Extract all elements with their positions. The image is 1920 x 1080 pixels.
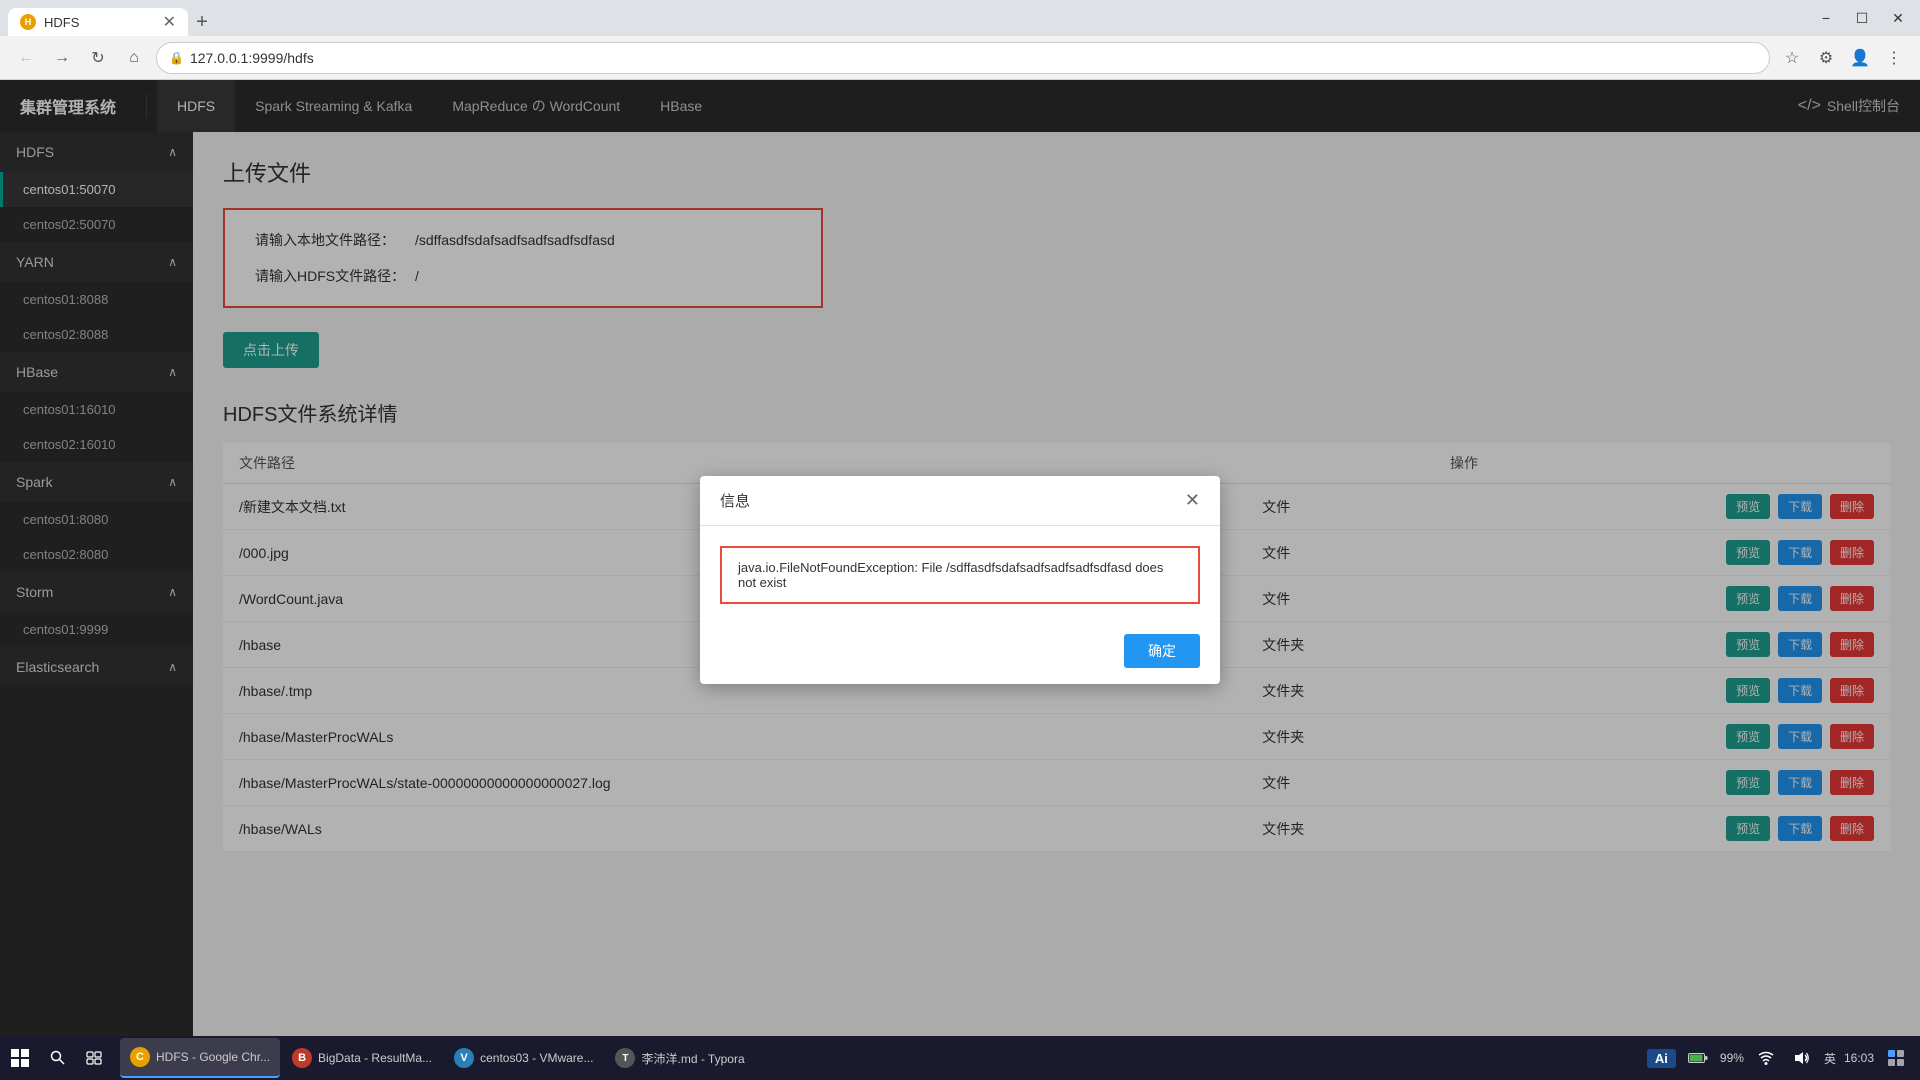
taskbar-app-chrome-label: HDFS - Google Chr...: [156, 1050, 270, 1064]
taskbar-search-button[interactable]: [40, 1036, 76, 1080]
typora-icon: T: [615, 1048, 635, 1068]
taskbar-app-chrome[interactable]: C HDFS - Google Chr...: [120, 1038, 280, 1078]
dialog-title: 信息: [720, 490, 750, 511]
extensions-button[interactable]: ⚙: [1812, 44, 1840, 72]
refresh-button[interactable]: ↻: [84, 44, 112, 72]
taskbar-volume-icon: [1788, 1044, 1816, 1072]
taskbar-app-bigdata-label: BigData - ResultMa...: [318, 1051, 432, 1065]
dialog-confirm-button[interactable]: 确定: [1124, 634, 1200, 668]
security-icon: 🔒: [169, 51, 184, 65]
dialog-footer: 确定: [700, 624, 1220, 684]
dialog-body: java.io.FileNotFoundException: File /sdf…: [700, 526, 1220, 624]
menu-button[interactable]: ⋮: [1880, 44, 1908, 72]
home-button[interactable]: ⌂: [120, 44, 148, 72]
taskbar-app-bigdata[interactable]: B BigData - ResultMa...: [282, 1038, 442, 1078]
browser-navbar: ← → ↻ ⌂ 🔒 127.0.0.1:9999/hdfs ☆ ⚙ 👤 ⋮: [0, 36, 1920, 80]
minimize-button[interactable]: −: [1812, 4, 1840, 32]
taskbar-app-vmware-label: centos03 - VMware...: [480, 1051, 593, 1065]
browser-tab-active[interactable]: H HDFS ✕: [8, 8, 188, 36]
vmware-icon: V: [454, 1048, 474, 1068]
taskbar-network-icon: [1752, 1044, 1780, 1072]
browser-chrome: H HDFS ✕ + − ☐ ✕ ← → ↻ ⌂ 🔒 127.0.0.1:999…: [0, 0, 1920, 80]
tab-close-button[interactable]: ✕: [163, 12, 176, 32]
taskbar-multidesktop-button[interactable]: [76, 1036, 112, 1080]
ai-badge[interactable]: Ai: [1647, 1049, 1676, 1068]
taskbar-app-typora-label: 李沛洋.md - Typora: [641, 1050, 744, 1067]
profile-button[interactable]: 👤: [1846, 44, 1874, 72]
dialog-overlay: 信息 ✕ java.io.FileNotFoundException: File…: [0, 80, 1920, 1080]
tab-title: HDFS: [44, 15, 79, 30]
bookmark-button[interactable]: ☆: [1778, 44, 1806, 72]
browser-tabs: H HDFS ✕ +: [8, 0, 216, 36]
dialog-error-message: java.io.FileNotFoundException: File /sdf…: [720, 546, 1200, 604]
taskbar: C HDFS - Google Chr... B BigData - Resul…: [0, 1036, 1920, 1080]
dialog-close-button[interactable]: ✕: [1185, 490, 1200, 511]
taskbar-battery-text: 99%: [1720, 1051, 1744, 1065]
maximize-button[interactable]: ☐: [1848, 4, 1876, 32]
taskbar-time: 16:03: [1844, 1050, 1874, 1067]
tab-favicon: H: [20, 14, 36, 30]
taskbar-battery-icon: [1684, 1044, 1712, 1072]
back-button[interactable]: ←: [12, 44, 40, 72]
address-bar[interactable]: 🔒 127.0.0.1:9999/hdfs: [156, 42, 1770, 74]
nav-right-icons: ☆ ⚙ 👤 ⋮: [1778, 44, 1908, 72]
browser-titlebar: H HDFS ✕ + − ☐ ✕: [0, 0, 1920, 36]
taskbar-app-vmware[interactable]: V centos03 - VMware...: [444, 1038, 603, 1078]
chrome-icon: C: [130, 1047, 150, 1067]
address-text: 127.0.0.1:9999/hdfs: [190, 50, 1757, 66]
dialog: 信息 ✕ java.io.FileNotFoundException: File…: [700, 476, 1220, 684]
taskbar-apps: C HDFS - Google Chr... B BigData - Resul…: [112, 1038, 1647, 1078]
windows-logo-icon: [11, 1049, 29, 1067]
new-tab-button[interactable]: +: [188, 8, 216, 36]
forward-button[interactable]: →: [48, 44, 76, 72]
taskbar-right: Ai 99% 英 16:03: [1647, 1044, 1920, 1072]
close-button[interactable]: ✕: [1884, 4, 1912, 32]
start-button[interactable]: [0, 1036, 40, 1080]
taskbar-app-typora[interactable]: T 李沛洋.md - Typora: [605, 1038, 754, 1078]
taskbar-notifications-icon[interactable]: [1882, 1044, 1910, 1072]
dialog-header: 信息 ✕: [700, 476, 1220, 526]
taskbar-language: 英: [1824, 1050, 1836, 1067]
browser-window-controls: − ☐ ✕: [1812, 4, 1912, 32]
bigdata-icon: B: [292, 1048, 312, 1068]
